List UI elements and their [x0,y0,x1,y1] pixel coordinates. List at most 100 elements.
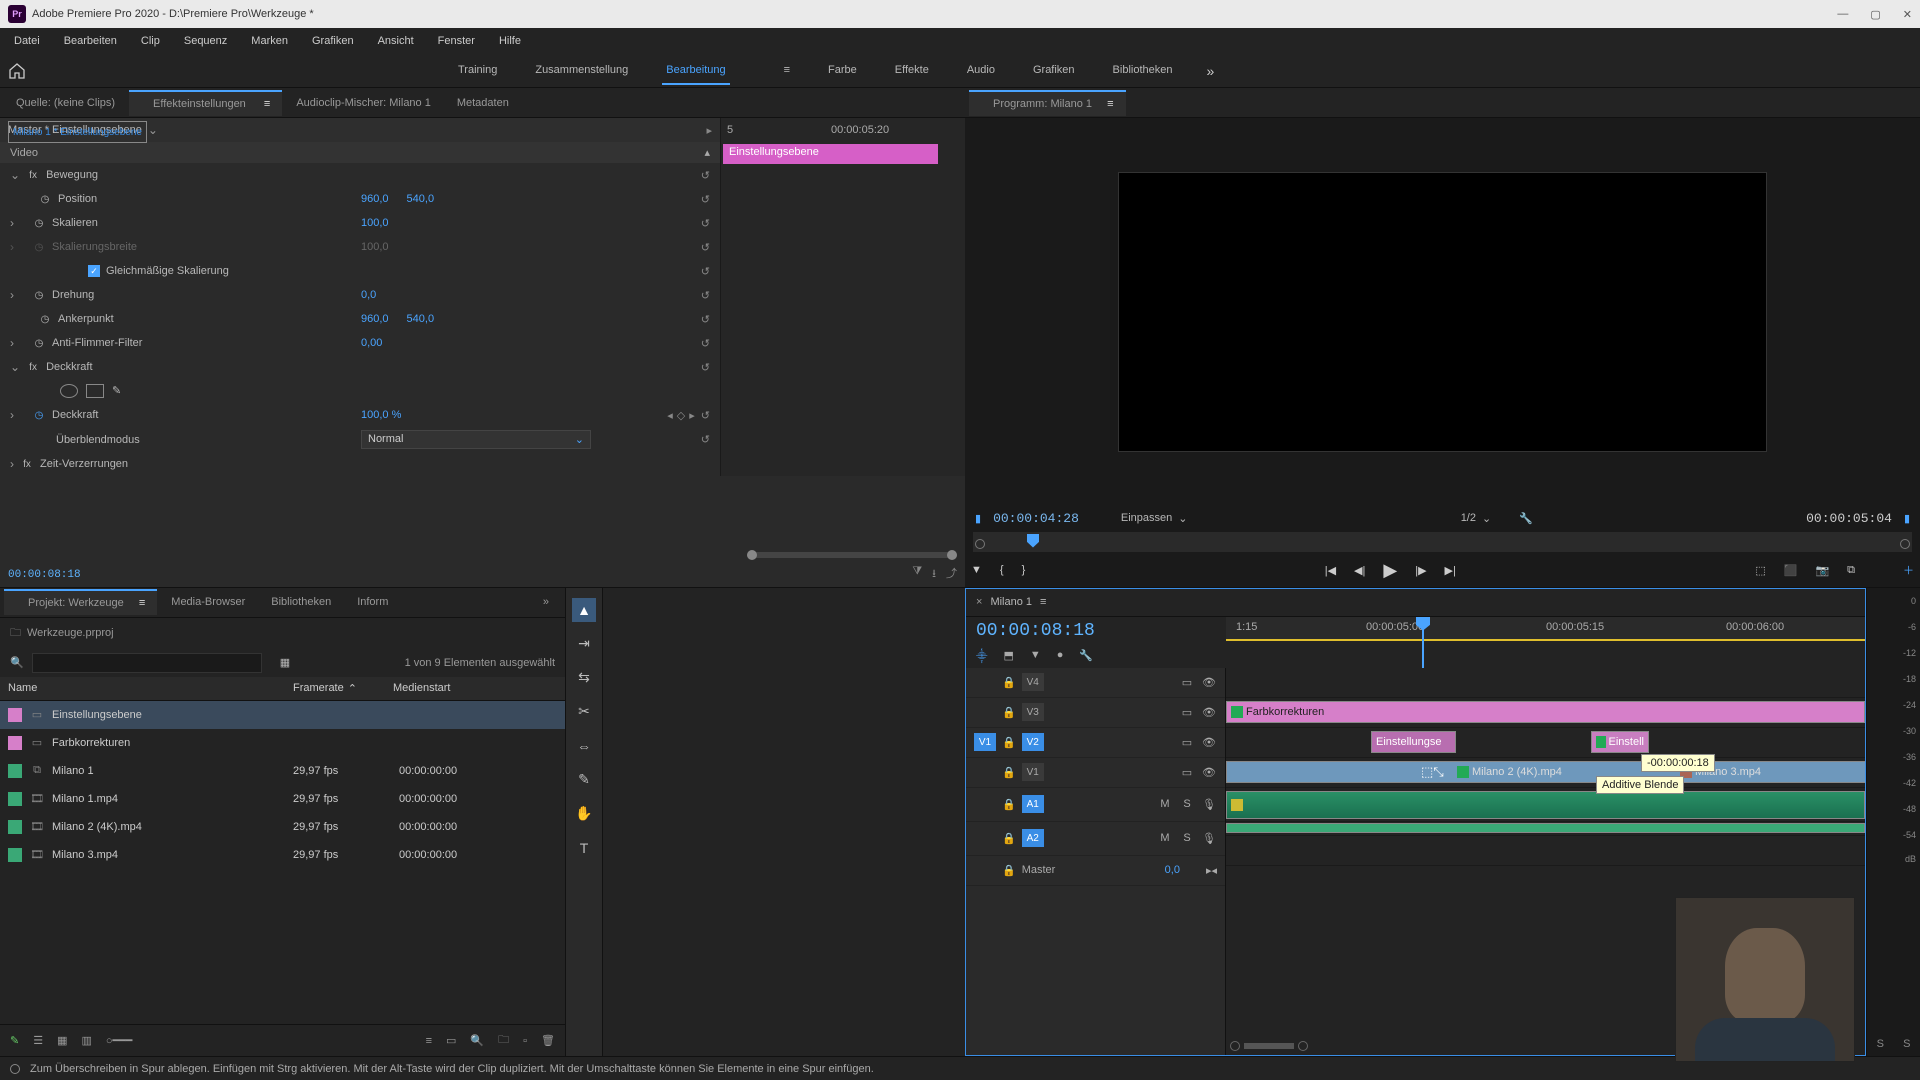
lock-icon[interactable]: 🔒 [1002,676,1016,689]
tl-zoom-scrollbar[interactable] [1244,1043,1294,1049]
track-a2[interactable]: 🔒A2MS🎙 [966,822,1225,856]
new-bin-icon[interactable]: 🗀 [498,1031,509,1050]
sequence-name[interactable]: Milano 1 [990,596,1032,608]
anker-x[interactable]: 960,0 [361,313,389,325]
close-button[interactable]: ✕ [1903,8,1912,21]
go-out-button[interactable]: ▶| [1445,564,1456,577]
stopwatch-icon[interactable]: ◷ [38,192,52,206]
zoom-dropdown[interactable]: Einpassen⌄ [1121,512,1188,525]
track-a1[interactable]: 🔒A1MS🎙 [966,788,1225,822]
deckkraft-value[interactable]: 100,0 % [361,409,401,421]
chevron-down-icon[interactable]: ⌄ [148,123,158,137]
tab-inform[interactable]: Inform [345,590,400,614]
ec-timecode[interactable]: 00:00:08:18 [8,569,81,581]
reset-skalieren[interactable]: ↺ [701,217,710,230]
fx-badge-icon[interactable]: fx [26,168,40,182]
mute-button[interactable]: M [1157,798,1173,811]
twirl-antiflimmer[interactable]: › [10,336,14,350]
tab-quelle[interactable]: Quelle: (keine Clips) [4,91,127,115]
comparison-button[interactable]: ⧉ [1847,564,1855,577]
program-ruler[interactable] [973,532,1912,552]
program-video[interactable] [1118,172,1767,452]
clip-audio-a2[interactable] [1226,823,1865,833]
list-view-icon[interactable]: ☰ [33,1034,43,1047]
lock-icon[interactable]: 🔒 [1002,736,1016,749]
workspace-farbe[interactable]: Farbe [824,57,861,85]
track-v3[interactable]: 🔒V3▭👁 [966,698,1225,728]
sequence-menu-icon[interactable]: ≡ [1040,596,1046,608]
menu-grafiken[interactable]: Grafiken [302,31,364,51]
search-input[interactable] [32,653,262,673]
lock-icon[interactable]: 🔒 [1002,864,1016,877]
workspace-menu-icon[interactable]: ≡ [780,57,794,85]
position-x[interactable]: 960,0 [361,193,389,205]
workspace-effekte[interactable]: Effekte [891,57,933,85]
slip-tool[interactable]: ⇔ [572,734,596,758]
project-item[interactable]: ▭Einstellungsebene [0,701,565,729]
track-select-tool[interactable]: ⇥ [572,632,596,656]
kf-next-icon[interactable]: ▸ [689,409,695,422]
drehung-value[interactable]: 0,0 [361,289,376,301]
reset-position[interactable]: ↺ [701,193,710,206]
tl-settings-icon[interactable]: ● [1057,649,1064,664]
add-marker-tl-icon[interactable]: ▼ [1030,649,1041,664]
type-tool[interactable]: T [572,836,596,860]
kf-prev-icon[interactable]: ◂ [667,409,673,422]
delete-icon[interactable]: 🗑 [541,1034,555,1047]
tab-effekteinstellungen[interactable]: Effekteinstellungen ≡ [129,90,282,116]
export-frame-icon[interactable]: ⭳ [932,565,936,584]
reset-deckkraft[interactable]: ↺ [701,409,710,422]
workspace-grafiken[interactable]: Grafiken [1029,57,1079,85]
stopwatch-icon[interactable]: ◷ [38,312,52,326]
new-item-menu-icon[interactable]: ▫ [523,1035,527,1047]
track-v4[interactable]: 🔒V4▭👁 [966,668,1225,698]
menu-ansicht[interactable]: Ansicht [368,31,424,51]
eye-icon[interactable]: 👁 [1201,736,1217,749]
twirl-deckkraft[interactable]: › [10,408,14,422]
tab-audioclip-mischer[interactable]: Audioclip-Mischer: Milano 1 [284,91,443,115]
automate-icon[interactable]: ▭ [446,1034,456,1047]
ec-clip-overlay[interactable]: Einstellungsebene [723,144,938,164]
button-editor-icon[interactable]: ＋ [1903,562,1914,578]
effect-clip-label[interactable]: Milano 1 * Einstellungsebene [8,121,147,143]
pen-tool[interactable]: ✎ [572,768,596,792]
timeline-timecode[interactable]: 00:00:08:18 [966,617,1226,645]
toggle-output-icon[interactable]: ▭ [1179,706,1195,719]
workspace-zusammenstellung[interactable]: Zusammenstellung [531,57,632,85]
col-name[interactable]: Name [0,677,285,700]
skalieren-value[interactable]: 100,0 [361,217,389,229]
solo-button[interactable]: S [1179,832,1195,845]
stopwatch-icon[interactable]: ◷ [32,336,46,350]
menu-fenster[interactable]: Fenster [428,31,485,51]
checkbox-gleichmaessig[interactable]: ✓ [88,265,100,277]
lock-icon[interactable]: 🔒 [1002,832,1016,845]
stopwatch-icon[interactable]: ◷ [32,216,46,230]
lift-button[interactable]: ⬚ [1755,564,1765,577]
mark-in-button[interactable]: { [1000,564,1004,576]
wrench-tl-icon[interactable]: 🔧 [1079,649,1093,664]
reset-anker[interactable]: ↺ [701,313,710,326]
step-fwd-button[interactable]: |▶ [1415,564,1426,577]
clip-einstellungsebene-2[interactable]: Einstell [1591,731,1649,753]
reset-antiflimmer[interactable]: ↺ [701,337,710,350]
anker-y[interactable]: 540,0 [407,313,435,325]
filter-icon[interactable]: ⧩ [912,565,922,584]
reset-ueberblend[interactable]: ↺ [701,433,710,446]
minimize-button[interactable]: — [1837,8,1848,21]
mark-out-button[interactable]: } [1022,564,1026,576]
source-patch[interactable]: V1 [974,733,996,751]
mute-button[interactable]: M [1157,832,1173,845]
kf-add-icon[interactable]: ◇ [677,409,685,422]
find-icon[interactable]: 🔍 [470,1034,484,1047]
linked-selection-icon[interactable]: ⬒ [1003,649,1013,664]
home-button[interactable] [0,63,34,79]
voiceover-icon[interactable]: 🎙 [1201,798,1217,811]
eye-icon[interactable]: 👁 [1201,706,1217,719]
step-back-button[interactable]: ◀| [1354,564,1365,577]
tab-bibliotheken[interactable]: Bibliotheken [259,590,343,614]
extract-button[interactable]: ⬛ [1784,564,1798,577]
tab-projekt[interactable]: Projekt: Werkzeuge ≡ [4,589,157,615]
freeform-view-icon[interactable]: ▥ [82,1034,92,1047]
go-in-button[interactable]: |◀ [1325,564,1336,577]
tab-metadaten[interactable]: Metadaten [445,91,521,115]
